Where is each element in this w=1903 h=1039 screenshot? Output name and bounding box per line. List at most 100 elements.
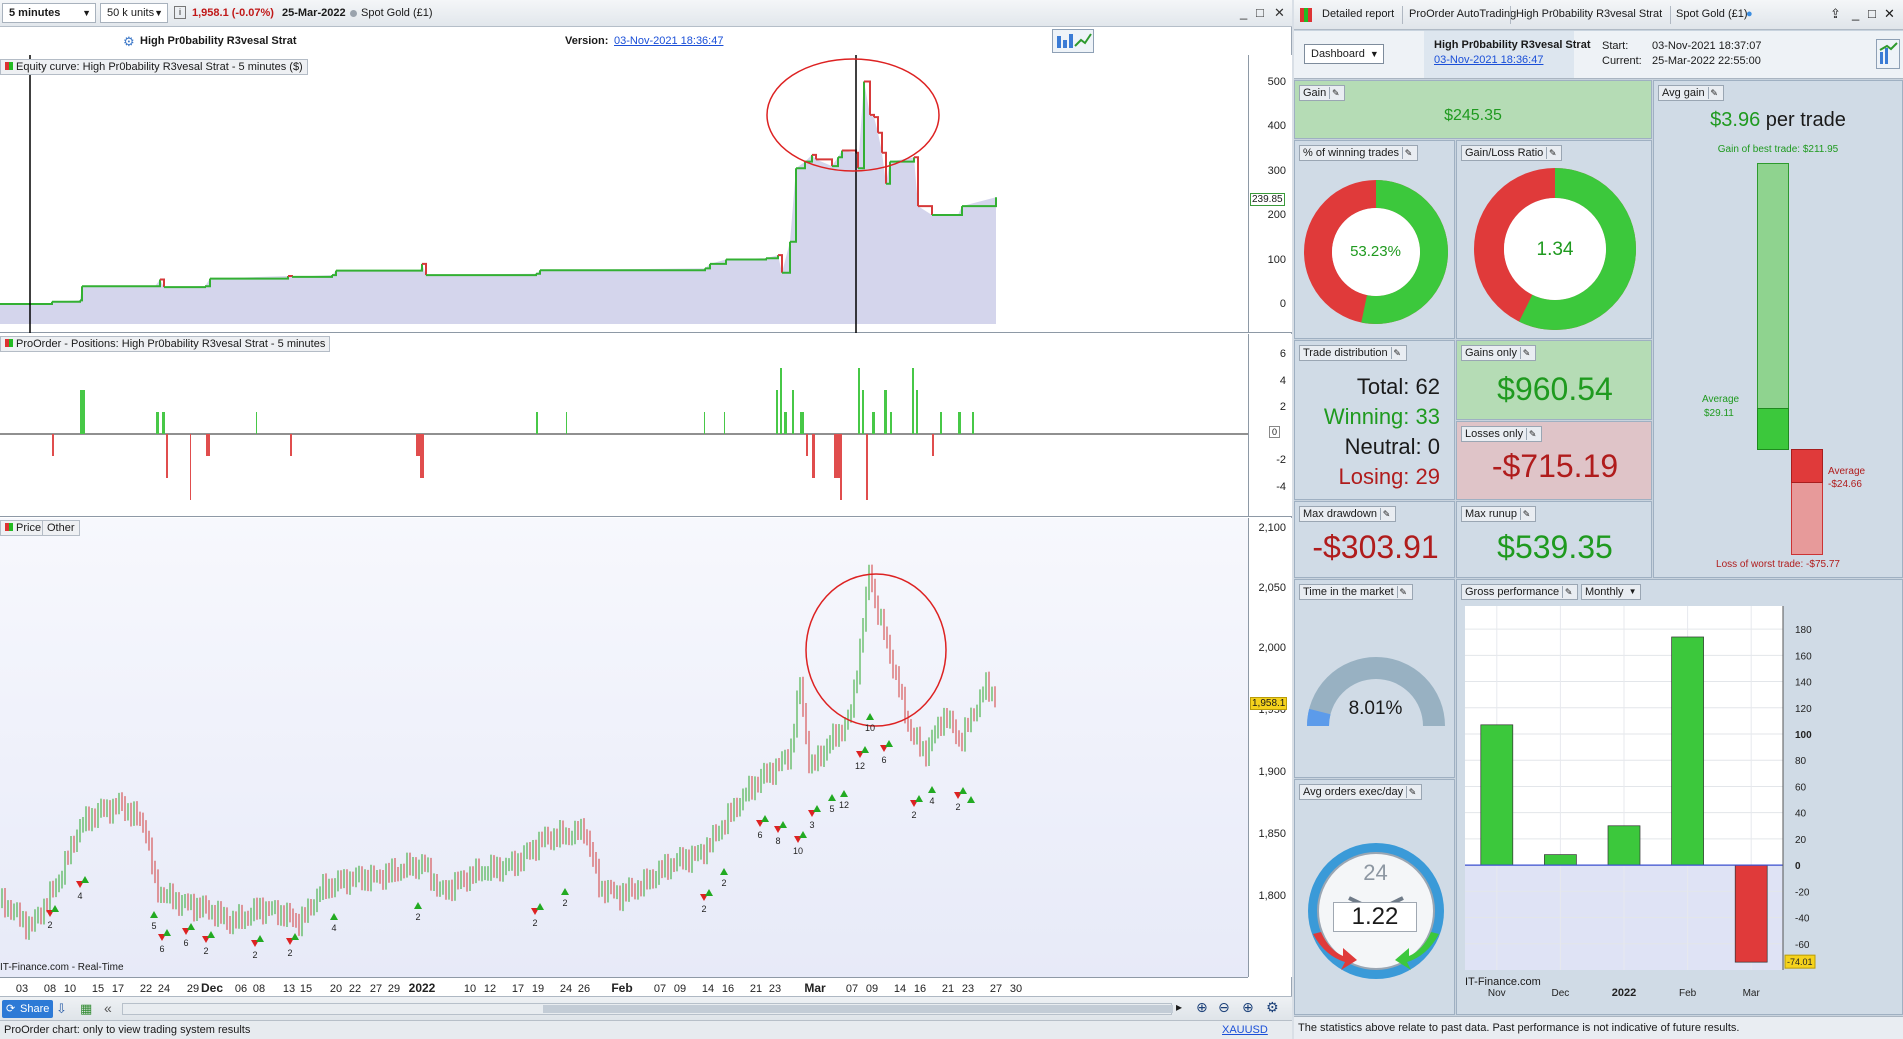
zoom-fit-icon[interactable]: ⊕ [1196,999,1208,1016]
scroll-right-icon[interactable]: ▸ [1176,1000,1182,1014]
buy-marker-icon [81,876,89,883]
trade-count-label: 4 [77,891,82,901]
wrench-icon[interactable]: ✎ [1329,87,1341,99]
gain-loss-label[interactable]: Gain/Loss Ratio ✎ [1461,145,1563,161]
report-icon[interactable] [1052,29,1094,53]
scroll-left-fast-icon[interactable]: « [104,1000,112,1016]
wrench-icon[interactable]: ✎ [1406,786,1418,798]
tab-strategy[interactable]: High Pr0bability R3vesal Strat [1516,8,1662,20]
position-bar [420,434,424,478]
position-bar [872,412,875,434]
winning-pct-label[interactable]: % of winning trades ✎ [1299,145,1418,161]
max-runup-label[interactable]: Max runup ✎ [1461,506,1536,522]
position-bar [52,434,54,456]
equity-segment [540,268,706,272]
minimize-icon[interactable]: _ [1240,5,1247,20]
wrench-icon[interactable]: ✎ [1546,147,1558,159]
avg-orders-label-text: Avg orders exec/day [1303,786,1404,798]
position-bar [776,390,778,434]
wrench-icon[interactable]: ✎ [1707,87,1720,99]
total-trades: Total: 62 [1356,374,1440,399]
monthly-bar [1480,724,1514,866]
chart-report-icon[interactable] [1876,39,1900,69]
equity-panel: Equity curve: High Pr0bability R3vesal S… [0,55,1248,333]
trade-count-label: 4 [331,923,336,933]
period-select[interactable]: Monthly ▼ [1581,584,1641,600]
close-icon[interactable]: ✕ [1274,5,1285,21]
trade-count-label: 2 [415,912,420,922]
avg-positive-value: $29.11 [1704,408,1734,419]
equity-last-value: 239.85 [1250,193,1285,206]
zoom-out-icon[interactable]: ⊖ [1218,999,1230,1016]
trade-count-label: 12 [839,800,849,810]
period-select-value: Monthly [1585,586,1624,598]
gain-label[interactable]: Gain ✎ [1299,85,1346,101]
positions-tick: 2 [1279,401,1286,413]
highlight-circle [805,573,947,727]
position-bar [162,412,165,434]
trade-count-label: 6 [159,944,164,954]
wrench-icon[interactable]: ✎ [1526,428,1538,440]
chart-options-icon[interactable]: ⚙ [1266,999,1279,1016]
best-trade: Gain of best trade: $211.95 [1717,144,1839,155]
tab-proorder-autotrading[interactable]: ProOrder AutoTrading [1409,8,1516,20]
share-icon[interactable]: ⇪ [1830,6,1841,22]
maximize-icon[interactable]: □ [1868,6,1876,21]
minimize-icon[interactable]: _ [1852,6,1859,21]
wrench-icon[interactable]: ✎ [1562,586,1574,598]
dashboard-select[interactable]: Dashboard ▼ [1304,44,1384,64]
losses-only-label[interactable]: Losses only ✎ [1461,426,1543,442]
wrench-icon[interactable]: ✎ [1390,347,1403,359]
y-tick: 20 [1795,835,1807,846]
settings-icon[interactable]: ▦ [80,1001,92,1017]
other-tab[interactable]: Other [42,520,80,536]
scrollbar-thumb[interactable] [543,1005,1173,1013]
trade-count-label: 2 [701,904,706,914]
download-icon[interactable]: ⇩ [56,1001,67,1017]
avg-orders-label[interactable]: Avg orders exec/day ✎ [1299,784,1423,800]
wrench-icon[interactable]: ✎ [1402,147,1414,159]
version-link[interactable]: 03-Nov-2021 18:36:47 [614,35,723,47]
wrench-icon[interactable]: ✎ [1519,508,1532,520]
units-value: 50 k units [107,7,155,19]
clock-dial-label: 24 [1363,860,1388,885]
buy-marker-icon [720,868,728,875]
equity-curve [0,55,997,333]
close-icon[interactable]: ✕ [1884,6,1895,22]
report-strategy-date[interactable]: 03-Nov-2021 18:36:47 [1434,54,1543,66]
time-in-market-label[interactable]: Time in the market ✎ [1299,584,1413,600]
time-scrollbar[interactable] [122,1003,1173,1015]
share-button[interactable]: ⟳ Share [2,1000,54,1018]
gains-only-label-text: Gains only [1465,347,1517,359]
status-bar: ProOrder chart: only to view trading sys… [0,1020,1292,1039]
price-tab[interactable]: Price [0,520,47,536]
wrench-icon[interactable]: ✎ [1519,347,1532,359]
tab-instrument[interactable]: Spot Gold (£1) [1676,8,1748,20]
report-icon [1300,8,1312,22]
info-icon[interactable]: i [174,6,186,19]
avg-gain-line: $3.96 per trade [1654,109,1902,132]
wrench-icon[interactable]: ✎ [1379,508,1392,520]
start-label: Start: [1602,40,1629,52]
price-candles: 2 4 5 6 6 2 2 2 4 2 2 2 2 2 6 8 10 3 5 12 12 10 6 2 4 2 [1,564,996,960]
zoom-in-icon[interactable]: ⊕ [1242,999,1254,1016]
timeframe-select[interactable]: 5 minutes ▼ [2,3,96,23]
wrench-icon[interactable]: ✎ [1396,586,1409,598]
gains-only-label[interactable]: Gains only ✎ [1461,345,1536,361]
date-tick: 24 [560,983,572,995]
tab-detailed-report[interactable]: Detailed report [1322,8,1394,20]
equity-legend-icon [5,62,13,70]
positions-label-text: ProOrder - Positions: High Pr0bability R… [16,338,326,350]
position-bar [866,434,868,500]
trade-distribution-label[interactable]: Trade distribution ✎ [1299,345,1407,361]
trade-count-label: 4 [929,796,934,806]
gross-performance-label[interactable]: Gross performance ✎ [1461,584,1579,600]
avg-gain-label[interactable]: Avg gain ✎ [1658,85,1724,101]
units-select[interactable]: 50 k units ▼ [100,3,168,23]
status-symbol-link[interactable]: XAUUSD [1222,1021,1268,1039]
maximize-icon[interactable]: □ [1256,5,1264,20]
positions-panel: ProOrder - Positions: High Pr0bability R… [0,334,1248,517]
y-tick: 100 [1795,730,1812,741]
max-drawdown-label[interactable]: Max drawdown ✎ [1299,506,1396,522]
buy-marker-icon [187,923,195,930]
